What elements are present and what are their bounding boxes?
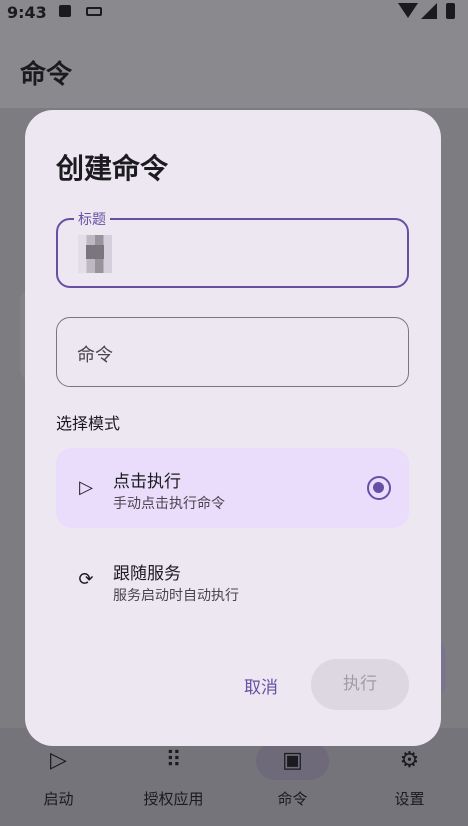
create-command-dialog: 创建命令 标题 命令 选择模式 ▷ 点击执行 手动点击执行命令 ⟳ 跟随服务 服… [25,110,441,746]
dialog-title: 创建命令 [56,152,169,185]
play-icon: ▷ [50,748,67,773]
terminal-icon: ▣ [282,748,303,773]
command-field[interactable]: 命令 [56,317,409,387]
nav-label: 启动 [43,790,74,808]
radio-selected-icon[interactable] [367,476,391,500]
keyboard-icon [86,7,102,16]
nav-label: 设置 [394,790,425,808]
apps-grid-icon: ⠿ [165,748,182,773]
status-bar: 9:43 [0,0,468,26]
option-subtitle: 服务启动时自动执行 [113,588,239,604]
mode-section-label: 选择模式 [56,414,121,433]
title-field-label: 标题 [74,209,110,229]
battery-icon [446,3,455,19]
page-title: 命令 [20,60,73,90]
command-field-placeholder: 命令 [77,345,113,366]
option-title: 跟随服务 [113,564,181,584]
cancel-button[interactable]: 取消 [233,673,289,698]
notification-a-icon [59,5,71,17]
gear-icon: ⚙ [399,748,420,773]
execute-button[interactable]: 执行 [311,659,409,710]
title-field[interactable]: 标题 [56,209,409,288]
nav-label: 命令 [277,790,308,808]
status-time: 9:43 [7,3,47,22]
option-click-execute[interactable]: ▷ 点击执行 手动点击执行命令 [56,448,409,528]
top-app-bar: 命令 [0,26,468,108]
play-icon: ▷ [79,477,93,498]
signal-icon [421,3,437,19]
nav-label: 授权应用 [143,790,204,808]
option-title: 点击执行 [113,472,181,492]
redacted-text [78,235,112,273]
option-follow-service[interactable]: ⟳ 跟随服务 服务启动时自动执行 [56,540,409,620]
option-subtitle: 手动点击执行命令 [113,496,225,512]
wifi-icon [398,3,418,18]
sync-icon: ⟳ [78,569,94,590]
